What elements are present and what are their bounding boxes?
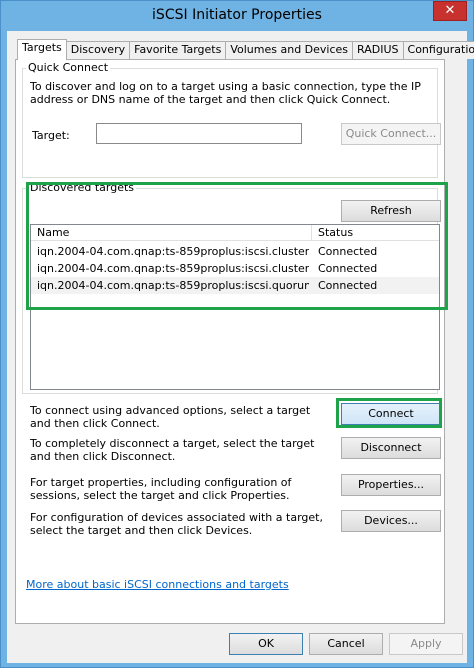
tab-targets[interactable]: Targets	[17, 39, 67, 60]
properties-description: For target properties, including configu…	[30, 476, 292, 502]
cancel-button[interactable]: Cancel	[309, 633, 383, 655]
disconnect-description: To completely disconnect a target, selec…	[30, 437, 315, 463]
tab-favorite-targets[interactable]: Favorite Targets	[129, 41, 227, 59]
window-title: iSCSI Initiator Properties	[152, 7, 322, 23]
title-bar[interactable]: iSCSI Initiator Properties ✕	[1, 1, 473, 31]
disconnect-button[interactable]: Disconnect	[341, 437, 441, 459]
connect-description: To connect using advanced options, selec…	[30, 404, 311, 430]
ok-button[interactable]: OK	[229, 633, 303, 655]
quick-connect-description: To discover and log on to a target using…	[30, 80, 421, 106]
tab-volumes-and-devices[interactable]: Volumes and Devices	[225, 41, 354, 59]
target-label: Target:	[32, 129, 70, 142]
tab-discovery[interactable]: Discovery	[65, 41, 131, 59]
devices-description: For configuration of devices associated …	[30, 511, 323, 537]
properties-button[interactable]: Properties...	[341, 474, 441, 496]
help-link[interactable]: More about basic iSCSI connections and t…	[26, 578, 289, 591]
quick-connect-group-title: Quick Connect	[26, 61, 111, 74]
iscsi-properties-window: iSCSI Initiator Properties ✕ Targets Dis…	[0, 0, 474, 668]
tab-configuration[interactable]: Configuration	[402, 41, 474, 59]
close-button[interactable]: ✕	[433, 1, 467, 21]
apply-button[interactable]: Apply	[389, 633, 463, 655]
connect-highlight	[336, 398, 442, 428]
quick-connect-button[interactable]: Quick Connect...	[341, 123, 441, 145]
discovered-targets-highlight	[26, 182, 448, 310]
dialog-client: Targets Discovery Favorite Targets Volum…	[7, 31, 474, 663]
tab-radius[interactable]: RADIUS	[352, 41, 404, 59]
tab-strip: Targets Discovery Favorite Targets Volum…	[17, 39, 474, 60]
targets-panel: Quick Connect To discover and log on to …	[15, 59, 448, 624]
devices-button[interactable]: Devices...	[341, 510, 441, 532]
target-input[interactable]	[96, 123, 302, 144]
